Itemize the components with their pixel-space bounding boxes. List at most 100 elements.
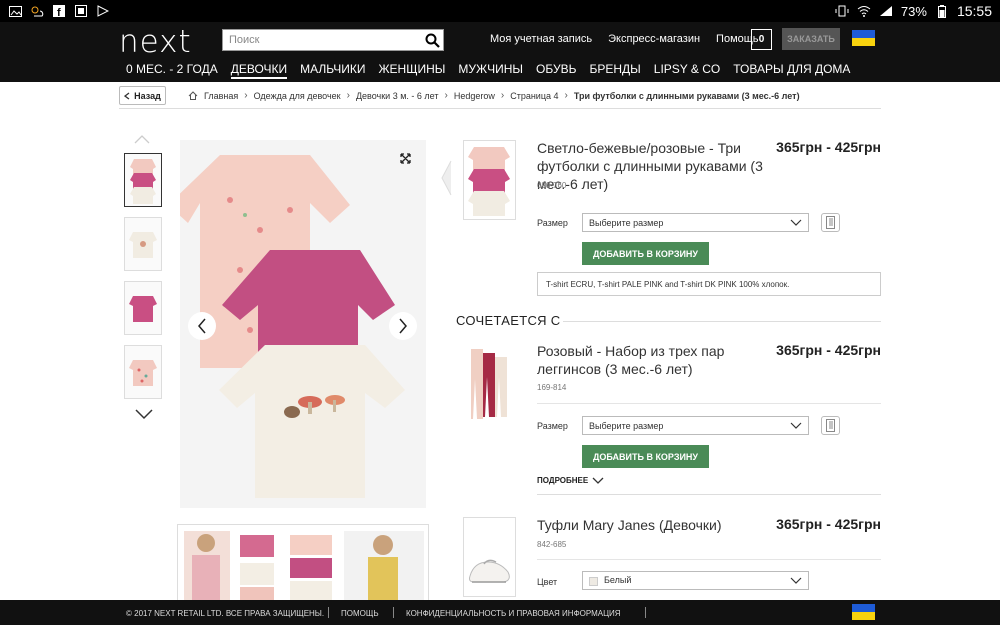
nav-women[interactable]: ЖЕНЩИНЫ <box>378 62 445 79</box>
photo-icon <box>8 4 22 18</box>
add-to-bag-button[interactable]: ДОБАВИТЬ В КОРЗИНУ <box>582 242 709 265</box>
gallery-thumbnail[interactable] <box>124 217 162 271</box>
signal-icon <box>879 4 893 18</box>
side-collapse-icon[interactable] <box>440 160 452 196</box>
size-select[interactable]: Выберите размер <box>582 416 809 435</box>
add-to-bag-button[interactable]: ДОБАВИТЬ В КОРЗИНУ <box>582 445 709 468</box>
account-link[interactable]: Моя учетная запись <box>490 33 592 45</box>
chevron-down-icon <box>790 219 802 226</box>
more-details-toggle[interactable]: ПОДРОБНЕЕ <box>537 476 604 485</box>
play-store-icon <box>96 4 110 18</box>
chevron-right-icon: › <box>346 90 350 101</box>
svg-text:f: f <box>57 7 61 17</box>
chevron-down-icon <box>790 422 802 429</box>
nav-men[interactable]: МУЖЧИНЫ <box>458 62 523 79</box>
next-logo[interactable]: next <box>119 24 192 60</box>
combo-item-price: 365грн - 425грн <box>776 342 881 358</box>
back-label: Назад <box>134 90 161 101</box>
nav-brands[interactable]: БРЕНДЫ <box>589 62 640 79</box>
ukraine-flag-icon[interactable] <box>852 30 875 46</box>
breadcrumb-item[interactable]: Одежда для девочек <box>254 91 341 101</box>
site-header: next Моя учетная запись Экспресс-магазин… <box>0 22 1000 82</box>
gallery-thumbnail[interactable] <box>124 153 162 207</box>
nav-boys[interactable]: МАЛЬЧИКИ <box>300 62 365 79</box>
chevron-right-icon: › <box>244 90 248 101</box>
product-thumbnail[interactable] <box>463 140 516 220</box>
nav-girls[interactable]: ДЕВОЧКИ <box>230 62 288 79</box>
battery-icon <box>935 4 949 18</box>
copyright-text: © 2017 NEXT RETAIL LTD. ВСЕ ПРАВА ЗАЩИЩЕ… <box>126 609 325 618</box>
checkout-button[interactable]: ЗАКАЗАТЬ <box>782 28 840 50</box>
chevron-right-icon: › <box>444 90 448 101</box>
chevron-right-icon: › <box>500 90 505 101</box>
divider <box>645 607 646 618</box>
size-select[interactable]: Выберите размер <box>582 213 809 232</box>
vibrate-icon <box>835 4 849 18</box>
divider <box>563 321 881 322</box>
size-select-value: Выберите размер <box>589 217 664 228</box>
divider <box>537 559 881 560</box>
color-select[interactable]: Белый <box>582 571 809 590</box>
chevron-right-icon <box>399 318 407 334</box>
carousel-prev-button[interactable] <box>188 312 216 340</box>
gallery-thumbnail[interactable] <box>124 345 162 399</box>
shopping-bag-button[interactable]: 0 <box>751 29 772 50</box>
search-box <box>222 29 444 51</box>
divider <box>328 607 329 618</box>
expand-icon[interactable] <box>400 153 411 164</box>
ruler-icon <box>826 419 835 432</box>
breadcrumb-current: Три футболки с длинными рукавами (3 мес.… <box>573 90 800 101</box>
product-price: 365грн - 425грн <box>776 139 881 155</box>
size-label: Размер <box>537 218 568 228</box>
breadcrumb-item[interactable]: Hedgerow <box>454 91 495 101</box>
product-code: 690-760 <box>537 181 567 190</box>
combo-item-code: 169-814 <box>537 383 567 392</box>
breadcrumb-item[interactable]: Главная <box>204 91 238 101</box>
product-thumbnail[interactable] <box>463 517 516 597</box>
footer-privacy-link[interactable]: КОНФИДЕНЦИАЛЬНОСТЬ И ПРАВОВАЯ ИНФОРМАЦИЯ <box>406 609 621 618</box>
combo-item-title: Розовый - Набор из трех пар леггинсов (3… <box>537 343 725 377</box>
wifi-icon <box>857 4 871 18</box>
divider <box>393 607 394 618</box>
divider <box>537 494 881 495</box>
nav-lipsy[interactable]: LIPSY & CO <box>654 62 720 79</box>
search-button[interactable] <box>421 30 443 50</box>
weather-icon <box>30 4 44 18</box>
chevron-left-icon <box>124 91 130 100</box>
product-thumbnail[interactable] <box>463 343 516 423</box>
related-images-strip[interactable] <box>177 524 429 602</box>
thumb-scroll-down-icon[interactable] <box>134 408 154 420</box>
color-swatch <box>589 576 598 586</box>
size-label: Размер <box>537 421 568 431</box>
ukraine-flag-icon[interactable] <box>852 604 875 620</box>
carousel-next-button[interactable] <box>389 312 417 340</box>
facebook-icon: f <box>52 4 66 18</box>
divider <box>119 108 881 109</box>
breadcrumb: Главная › Одежда для девочек › Девочки 3 м… <box>188 90 800 101</box>
breadcrumb-item[interactable]: Девочки 3 м. - 6 лет <box>356 91 439 101</box>
more-details-label: ПОДРОБНЕЕ <box>537 476 589 485</box>
nav-baby[interactable]: 0 МЕС. - 2 ГОДА <box>126 62 218 79</box>
search-input[interactable] <box>223 30 421 50</box>
size-guide-button[interactable] <box>821 416 840 435</box>
combo-item-code: 842-685 <box>537 540 567 549</box>
account-links: Моя учетная запись Экспресс-магазин Помо… <box>490 33 759 45</box>
chevron-down-icon <box>592 477 604 484</box>
nav-shoes[interactable]: ОБУВЬ <box>536 62 576 79</box>
nav-home[interactable]: ТОВАРЫ ДЛЯ ДОМА <box>733 62 850 79</box>
back-button[interactable]: Назад <box>119 86 166 105</box>
battery-percent: 73% <box>900 3 927 19</box>
android-status-bar: f 73% 15:55 <box>0 0 1000 22</box>
color-label: Цвет <box>537 577 558 587</box>
size-guide-button[interactable] <box>821 213 840 232</box>
site-footer: © 2017 NEXT RETAIL LTD. ВСЕ ПРАВА ЗАЩИЩЕ… <box>0 600 1000 625</box>
breadcrumb-item[interactable]: Страница 4 <box>510 91 558 101</box>
gallery-thumbnail[interactable] <box>124 281 162 335</box>
thumb-scroll-up-icon[interactable] <box>134 134 150 146</box>
combo-item-price: 365грн - 425грн <box>776 516 881 532</box>
footer-help-link[interactable]: ПОМОЩЬ <box>341 609 379 618</box>
chevron-down-icon <box>790 577 802 584</box>
main-nav: 0 МЕС. - 2 ГОДА ДЕВОЧКИ МАЛЬЧИКИ ЖЕНЩИНЫ… <box>126 62 863 79</box>
express-shop-link[interactable]: Экспресс-магазин <box>608 33 700 45</box>
size-select-value: Выберите размер <box>589 420 664 431</box>
